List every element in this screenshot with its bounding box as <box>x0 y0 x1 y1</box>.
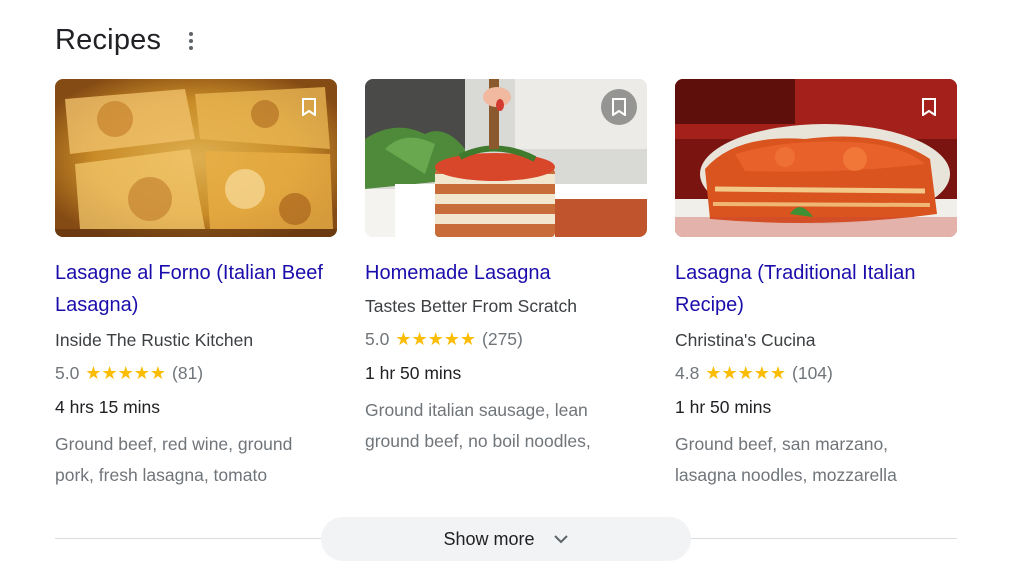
ingredients: Ground italian sausage, lean ground beef… <box>365 400 591 451</box>
ingredients: Ground beef, san marzano, lasagna noodle… <box>675 434 897 485</box>
show-more-button[interactable]: Show more <box>321 517 691 561</box>
review-count: (81) <box>172 363 204 383</box>
rating-value: 4.8 <box>675 363 700 383</box>
cook-time: 4 hrs 15 mins <box>55 397 161 417</box>
recipe-image[interactable] <box>675 79 957 237</box>
bookmark-icon[interactable] <box>601 89 637 125</box>
recipe-title-link[interactable]: Lasagne al Forno (Italian Beef Lasagna) <box>55 257 337 321</box>
rating-value: 5.0 <box>55 363 80 383</box>
recipe-rating: 5.0 ★★★★★ (275) <box>365 327 647 351</box>
cook-time: 1 hr 50 mins <box>675 397 772 417</box>
review-count: (275) <box>482 329 523 349</box>
bookmark-icon[interactable] <box>911 89 947 125</box>
recipe-rating: 5.0 ★★★★★ (81) <box>55 361 337 385</box>
star-rating-icon: ★★★★★ <box>85 363 167 383</box>
recipe-card[interactable]: Lasagna (Traditional Italian Recipe) Chr… <box>675 79 957 491</box>
section-title: Recipes <box>55 24 162 56</box>
section-header: Recipes <box>55 24 201 57</box>
recipe-card[interactable]: Homemade Lasagna Tastes Better From Scra… <box>365 79 647 457</box>
bookmark-icon[interactable] <box>291 89 327 125</box>
rating-value: 5.0 <box>365 329 390 349</box>
recipe-title-link[interactable]: Lasagna (Traditional Italian Recipe) <box>675 257 957 321</box>
recipe-source: Inside The Rustic Kitchen <box>55 330 254 350</box>
ingredients: Ground beef, red wine, ground pork, fres… <box>55 434 293 485</box>
review-count: (104) <box>792 363 833 383</box>
star-rating-icon: ★★★★★ <box>705 363 787 383</box>
recipe-rating: 4.8 ★★★★★ (104) <box>675 361 957 385</box>
recipe-source: Tastes Better From Scratch <box>365 296 578 316</box>
recipe-title-link[interactable]: Homemade Lasagna <box>365 257 647 289</box>
show-more-label: Show more <box>443 528 535 549</box>
recipe-image[interactable] <box>55 79 337 237</box>
recipe-image[interactable] <box>365 79 647 237</box>
cook-time: 1 hr 50 mins <box>365 363 462 383</box>
recipe-source: Christina's Cucina <box>675 330 816 350</box>
star-rating-icon: ★★★★★ <box>395 329 477 349</box>
chevron-down-icon <box>553 534 569 544</box>
more-vert-icon[interactable] <box>181 26 201 56</box>
recipe-card[interactable]: Lasagne al Forno (Italian Beef Lasagna) … <box>55 79 337 491</box>
